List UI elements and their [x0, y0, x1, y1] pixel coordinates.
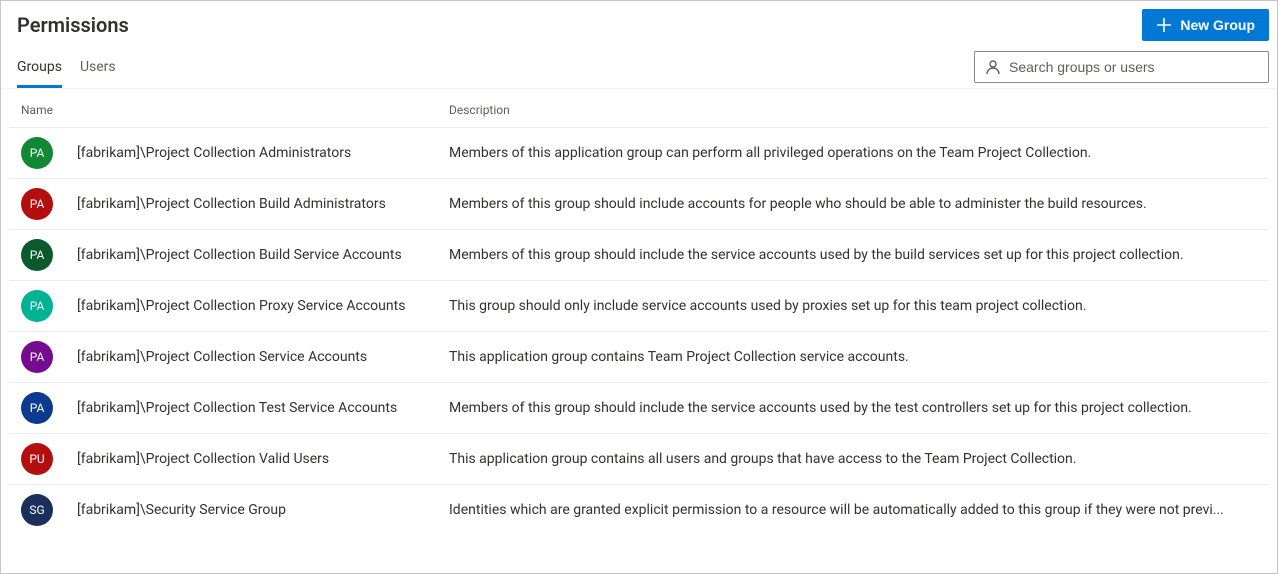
group-description: Members of this application group can pe…: [449, 145, 1261, 161]
new-group-button-label: New Group: [1180, 17, 1255, 33]
table-row[interactable]: PA [fabrikam]\Project Collection Test Ser…: [9, 382, 1269, 433]
persona-coin: PA: [21, 341, 53, 373]
table-row[interactable]: PA [fabrikam]\Project Collection Build Se…: [9, 229, 1269, 280]
tab-users[interactable]: Users: [80, 49, 116, 88]
table-row[interactable]: SG [fabrikam]\Security Service GroupIdent…: [9, 484, 1269, 535]
group-name: [fabrikam]\Project Collection Test Servi…: [77, 400, 449, 416]
group-name: [fabrikam]\Project Collection Proxy Serv…: [77, 298, 449, 314]
plus-icon: [1156, 17, 1172, 33]
group-description: This group should only include service a…: [449, 298, 1261, 314]
persona-coin: PA: [21, 188, 53, 220]
person-search-icon: [985, 59, 1001, 75]
tabs: Groups Users: [17, 45, 116, 88]
group-name: [fabrikam]\Project Collection Build Serv…: [77, 247, 449, 263]
groups-table: Name Description PA [fabrikam]\Project Co…: [1, 89, 1277, 535]
table-row[interactable]: PA [fabrikam]\Project Collection Proxy Se…: [9, 280, 1269, 331]
tab-groups[interactable]: Groups: [17, 49, 62, 88]
persona-coin: PA: [21, 239, 53, 271]
group-name: [fabrikam]\Security Service Group: [77, 502, 449, 518]
group-description: This application group contains all user…: [449, 451, 1261, 467]
persona-coin: PA: [21, 392, 53, 424]
group-name: [fabrikam]\Project Collection Administra…: [77, 145, 449, 161]
search-input[interactable]: [1009, 59, 1258, 75]
table-row[interactable]: PA [fabrikam]\Project Collection Service …: [9, 331, 1269, 382]
new-group-button[interactable]: New Group: [1142, 9, 1269, 41]
persona-coin: PA: [21, 290, 53, 322]
group-description: This application group contains Team Pro…: [449, 349, 1261, 365]
table-header: Name Description: [9, 89, 1269, 127]
group-name: [fabrikam]\Project Collection Service Ac…: [77, 349, 449, 365]
persona-coin: SG: [21, 494, 53, 526]
search-box[interactable]: [974, 51, 1269, 83]
group-name: [fabrikam]\Project Collection Valid User…: [77, 451, 449, 467]
table-row[interactable]: PA [fabrikam]\Project Collection Build Ad…: [9, 178, 1269, 229]
group-description: Members of this group should include the…: [449, 247, 1261, 263]
persona-coin: PA: [21, 137, 53, 169]
persona-coin: PU: [21, 443, 53, 475]
column-header-description[interactable]: Description: [449, 103, 1261, 117]
group-name: [fabrikam]\Project Collection Build Admi…: [77, 196, 449, 212]
group-description: Members of this group should include acc…: [449, 196, 1261, 212]
table-row[interactable]: PA [fabrikam]\Project Collection Administ…: [9, 127, 1269, 178]
page-title: Permissions: [17, 13, 129, 37]
table-row[interactable]: PU [fabrikam]\Project Collection Valid Us…: [9, 433, 1269, 484]
group-description: Identities which are granted explicit pe…: [449, 502, 1261, 518]
group-description: Members of this group should include the…: [449, 400, 1261, 416]
column-header-name[interactable]: Name: [21, 103, 449, 117]
